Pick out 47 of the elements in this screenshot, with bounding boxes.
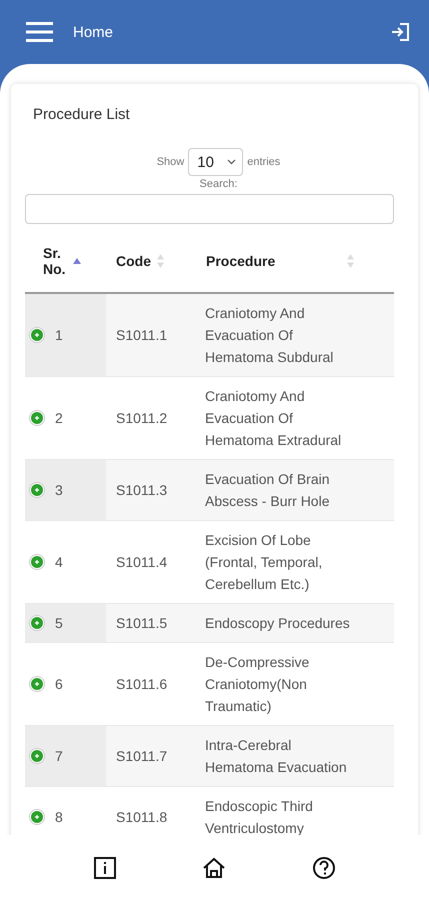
expand-icon[interactable] [29, 748, 45, 764]
expand-icon[interactable] [29, 615, 45, 631]
expand-icon[interactable] [29, 676, 45, 692]
table-cell-text: 5 [55, 614, 63, 633]
table-cell: Endoscopic Third Ventriculostomy [205, 798, 313, 836]
expand-icon[interactable] [29, 809, 45, 825]
card-title: Procedure List [33, 106, 130, 123]
table-cell-text: 7 [55, 747, 63, 766]
show-label: Show [156, 156, 184, 168]
table-cell: S1011.5 [116, 615, 168, 631]
entries-label: entries [247, 156, 280, 168]
entries-select[interactable]: 10 [188, 148, 244, 176]
menu-icon[interactable] [26, 22, 53, 42]
table-cell-text: 2 [55, 409, 63, 428]
expand-icon[interactable] [29, 482, 45, 498]
table-cell: S1011.6 [116, 676, 168, 692]
table-cell: Intra-Cerebral Hematoma Evacuation [205, 737, 347, 775]
search-field[interactable] [25, 194, 394, 224]
table-cell: S1011.7 [116, 748, 168, 764]
info-icon[interactable] [92, 854, 118, 880]
table-cell: S1011.4 [116, 554, 168, 570]
table-cell: Craniotomy And Evacuation Of Hematoma Extradural [205, 388, 342, 448]
table-cell-text: 4 [55, 553, 63, 572]
column-header[interactable]: Code [116, 253, 151, 269]
table-cell: S1011.3 [116, 482, 168, 498]
page-title: Home [73, 24, 114, 40]
search-label: Search: [200, 178, 238, 190]
table-cell: S1011.2 [116, 410, 168, 426]
table-cell-text: 1 [55, 326, 63, 345]
table-cell: Endoscopy Procedures [205, 615, 350, 631]
table-cell-text: 8 [55, 808, 63, 827]
table-cell-text: 6 [55, 675, 63, 694]
caret-icon [227, 159, 236, 165]
table-cell: Evacuation Of Brain Abscess - Burr Hole [205, 471, 330, 509]
help-icon[interactable] [311, 854, 338, 880]
table-cell: Craniotomy And Evacuation Of Hematoma Subdural [205, 305, 334, 365]
table-cell-text: 3 [55, 481, 63, 500]
logout-icon[interactable] [391, 22, 411, 42]
expand-icon[interactable] [29, 554, 45, 570]
column-header[interactable]: Procedure [206, 253, 276, 269]
expand-icon[interactable] [29, 410, 45, 426]
table-cell: De-Compressive Craniotomy(Non Traumatic) [205, 654, 310, 714]
table-cell: Excision Of Lobe (Frontal, Temporal, Cerebellum Etc.) [205, 532, 322, 592]
table-cell: S1011.1 [116, 327, 168, 343]
column-header[interactable]: Sr. No. [43, 245, 67, 277]
table-cell: S1011.8 [116, 809, 168, 825]
expand-icon[interactable] [29, 327, 45, 343]
